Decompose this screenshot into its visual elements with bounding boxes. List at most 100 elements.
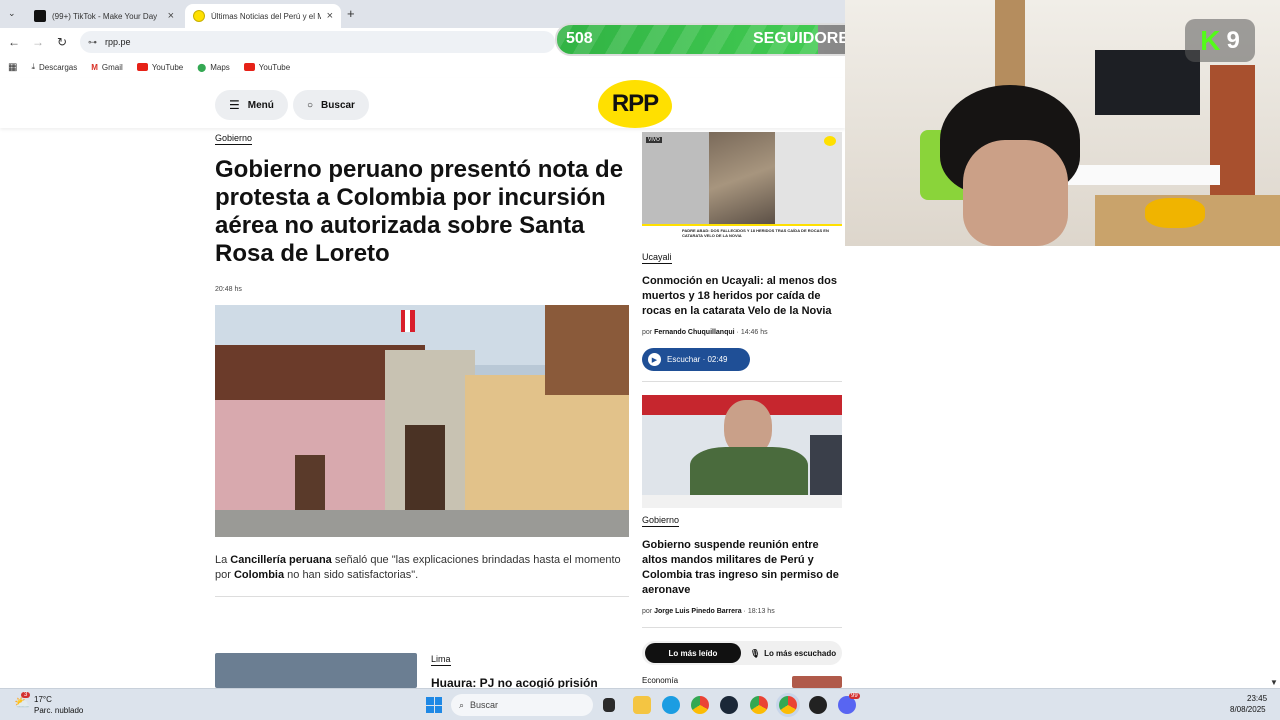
close-icon[interactable]: × xyxy=(327,10,333,22)
microphone-icon: 🎙 xyxy=(749,648,761,658)
bookmark-youtube-2[interactable]: YouTube xyxy=(243,63,290,72)
channel-number: 9 xyxy=(1226,26,1240,54)
new-tab-button[interactable]: + xyxy=(347,6,355,21)
bookmark-descargas[interactable]: ⤓ Descargas xyxy=(31,62,77,72)
story2-image[interactable] xyxy=(642,395,842,508)
windows-taskbar: ⛅ 3 17°C Parc. nublado ⌕ Buscar 99 23:45… xyxy=(0,688,1280,720)
start-icon[interactable] xyxy=(426,697,442,713)
story2-author[interactable]: Jorge Luis Pinedo Barrera xyxy=(654,608,742,615)
apps-grid-icon[interactable]: ▦ xyxy=(8,62,17,73)
clock-date[interactable]: 8/08/2025 xyxy=(1230,705,1266,714)
bookmark-gmail[interactable]: M Gmail xyxy=(91,63,123,72)
task-view-icon[interactable] xyxy=(603,698,615,712)
article-headline[interactable]: Gobierno peruano presentó nota de protes… xyxy=(215,156,625,268)
webcam-pillow xyxy=(1145,198,1205,228)
bottom-story-image[interactable] xyxy=(215,653,417,688)
chrome-profile-icon[interactable] xyxy=(750,696,768,714)
article-image[interactable] xyxy=(215,305,629,537)
lead-link-cancilleria[interactable]: Cancillería peruana xyxy=(230,554,332,566)
chrome-icon[interactable] xyxy=(691,696,709,714)
scroll-down-arrow[interactable]: ▼ xyxy=(1270,678,1278,687)
story1-video[interactable]: VIVO PADRE ABAD: DOS FALLECIDOS Y 18 HER… xyxy=(642,132,842,244)
download-icon: ⤓ xyxy=(31,62,35,71)
edge-icon[interactable] xyxy=(662,696,680,714)
youtube-icon xyxy=(136,63,148,71)
tab-rpp[interactable]: Últimas Noticias del Perú y el M × xyxy=(185,4,341,28)
youtube-icon xyxy=(243,63,255,71)
address-bar[interactable]: ⊶ rpp.pe xyxy=(80,31,555,53)
file-explorer-icon[interactable] xyxy=(633,696,651,714)
article-kicker[interactable]: Gobierno xyxy=(215,133,253,145)
taskbar-search[interactable]: ⌕ Buscar xyxy=(451,694,593,716)
weather-widget[interactable]: ⛅ 3 17°C Parc. nublado xyxy=(14,692,124,717)
search-icon: ○ xyxy=(307,99,314,111)
site-header: ☰ Menú ○ Buscar RPP xyxy=(0,78,845,128)
right-divider-1 xyxy=(642,381,842,382)
article-time: 20:48 hs xyxy=(215,286,242,293)
story1-kicker[interactable]: Ucayali xyxy=(642,252,672,264)
video-right-panel xyxy=(775,132,842,224)
play-icon: ▶ xyxy=(648,353,661,366)
back-icon[interactable]: ← xyxy=(2,35,26,49)
site-info-icon[interactable]: ⊶ xyxy=(88,37,97,48)
rpp-favicon xyxy=(193,10,205,22)
webcam-feed: K 9 xyxy=(845,0,1280,246)
weather-desc: Parc. nublado xyxy=(34,706,84,715)
lead-link-colombia[interactable]: Colombia xyxy=(234,569,284,581)
story2-title[interactable]: Gobierno suspende reunión entre altos ma… xyxy=(642,538,842,598)
url-text: rpp.pe xyxy=(105,37,131,47)
story1-author[interactable]: Fernando Chuquillanqui xyxy=(654,329,735,336)
tab-tiktok[interactable]: (99+) TikTok - Make Your Day × xyxy=(26,4,182,28)
next-thumb[interactable] xyxy=(792,676,842,688)
tab-label: (99+) TikTok - Make Your Day xyxy=(52,11,158,21)
tab-label: Últimas Noticias del Perú y el M xyxy=(211,11,321,21)
webcam-door xyxy=(1210,65,1255,215)
video-left-panel xyxy=(642,132,709,224)
live-badge: VIVO xyxy=(646,137,662,143)
obs-icon[interactable] xyxy=(809,696,827,714)
search-button[interactable]: ○ Buscar xyxy=(293,90,369,120)
hamburger-icon: ☰ xyxy=(229,98,240,112)
clock-time[interactable]: 23:45 xyxy=(1247,694,1267,703)
bottom-story-kicker[interactable]: Lima xyxy=(431,654,451,666)
listen-button[interactable]: ▶ Escuchar · 02:49 xyxy=(642,348,750,371)
story2-table xyxy=(642,495,842,508)
discord-notif-badge: 99 xyxy=(849,693,860,699)
search-icon: ⌕ xyxy=(459,699,465,710)
video-ticker: PADRE ABAD: DOS FALLECIDOS Y 18 HERIDOS … xyxy=(642,224,842,244)
reload-icon[interactable]: ↻ xyxy=(50,35,74,49)
weather-temp: 17°C xyxy=(34,695,52,704)
menu-button[interactable]: ☰ Menú xyxy=(215,90,288,120)
gmail-icon: M xyxy=(91,62,98,72)
ticker-text: PADRE ABAD: DOS FALLECIDOS Y 18 HERIDOS … xyxy=(682,228,829,238)
article-divider xyxy=(215,596,629,597)
chrome-active-icon[interactable] xyxy=(779,696,797,714)
video-scene xyxy=(709,132,775,224)
bookmarks-bar: ▦ ⤓ Descargas M Gmail YouTube ⬤ Maps YouTub… xyxy=(0,56,845,78)
story1-byline: por Fernando Chuquillanqui · 14:46 hs xyxy=(642,329,768,336)
story2-byline: por Jorge Luis Pinedo Barrera · 18:13 hs xyxy=(642,608,775,615)
video-rpp-logo xyxy=(824,136,836,146)
steam-icon[interactable] xyxy=(720,696,738,714)
rpp-logo[interactable]: RPP xyxy=(598,80,672,128)
tiktok-icon xyxy=(34,10,46,22)
kick-logo-icon: K xyxy=(1200,24,1221,56)
webcam-person-face xyxy=(963,140,1068,246)
tab-list-icon[interactable]: ⌄ xyxy=(8,8,16,19)
forward-icon[interactable]: → xyxy=(26,35,50,49)
story1-title[interactable]: Conmoción en Ucayali: al menos dos muert… xyxy=(642,274,842,319)
palace-illustration xyxy=(215,305,629,537)
article-lead: La Cancillería peruana señaló que "las e… xyxy=(215,554,621,581)
follower-count: 508 xyxy=(566,30,593,47)
tab-mas-escuchado[interactable]: 🎙 Lo más escuchado xyxy=(746,643,840,663)
tab-mas-leido[interactable]: Lo más leído xyxy=(645,643,741,663)
channel-badge: K 9 xyxy=(1185,19,1255,62)
next-kicker[interactable]: Economía xyxy=(642,676,678,685)
maps-pin-icon: ⬤ xyxy=(197,62,207,72)
story2-kicker[interactable]: Gobierno xyxy=(642,515,680,527)
bookmark-maps[interactable]: ⬤ Maps xyxy=(197,63,230,72)
close-icon[interactable]: × xyxy=(168,10,174,22)
weather-badge: 3 xyxy=(21,692,31,698)
bookmark-youtube[interactable]: YouTube xyxy=(136,63,183,72)
webcam-tv xyxy=(1095,50,1200,115)
